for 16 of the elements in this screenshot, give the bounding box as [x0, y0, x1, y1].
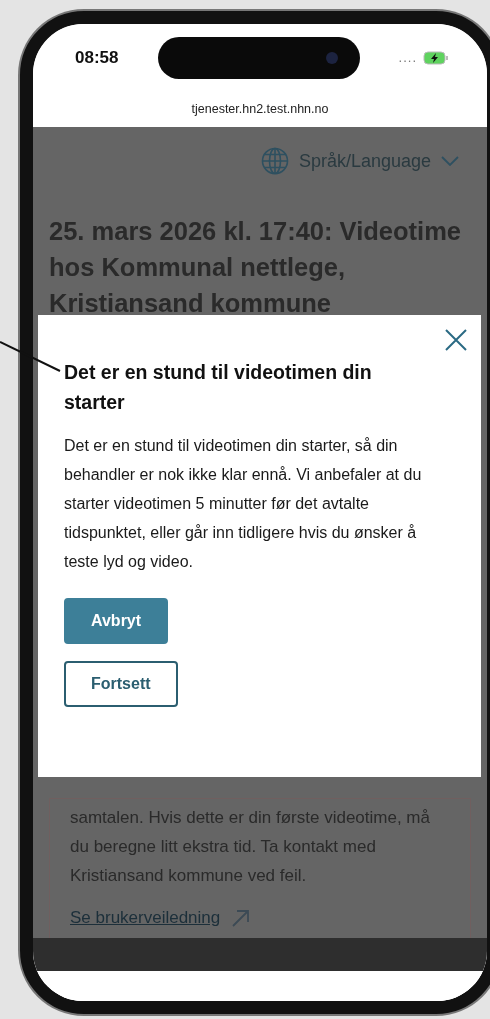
chevron-down-icon	[441, 156, 459, 166]
close-icon	[445, 329, 467, 351]
globe-icon	[260, 147, 289, 175]
dialog-title: Det er en stund til videotimen din starter	[64, 360, 373, 415]
status-time: 08:58	[75, 47, 119, 68]
cancel-button[interactable]: Avbryt	[64, 598, 169, 644]
close-button[interactable]	[445, 329, 467, 351]
url-text[interactable]: tjenester.hn2.test.nhn.no	[191, 102, 329, 116]
guide-link[interactable]: Se brukerveiledning	[70, 908, 250, 928]
battery-icon	[423, 50, 449, 65]
page-heading: 25. mars 2026 kl. 17:40: Videotime hos Kommunal nettlege, Kristiansand kommune	[49, 216, 463, 319]
info-text: samtalen. Hvis dette er din første videotime, må du beregne litt ekstra tid. Ta kontakt med Kristiansand kommune ved feil.	[70, 807, 431, 887]
signal-dots: ....	[398, 50, 417, 65]
continue-button[interactable]: Fortsett	[64, 661, 178, 707]
dialog-text: Det er en stund til videotimen din starter, så din behandler er nok ikke klar ennå. Vi anbefaler at du starter videotimen 5 minutter før det avtalte tidspunktet, eller går inn tidligere hvis du ønsker å teste lyd og video.	[64, 436, 423, 572]
external-arrow-icon	[232, 909, 250, 927]
